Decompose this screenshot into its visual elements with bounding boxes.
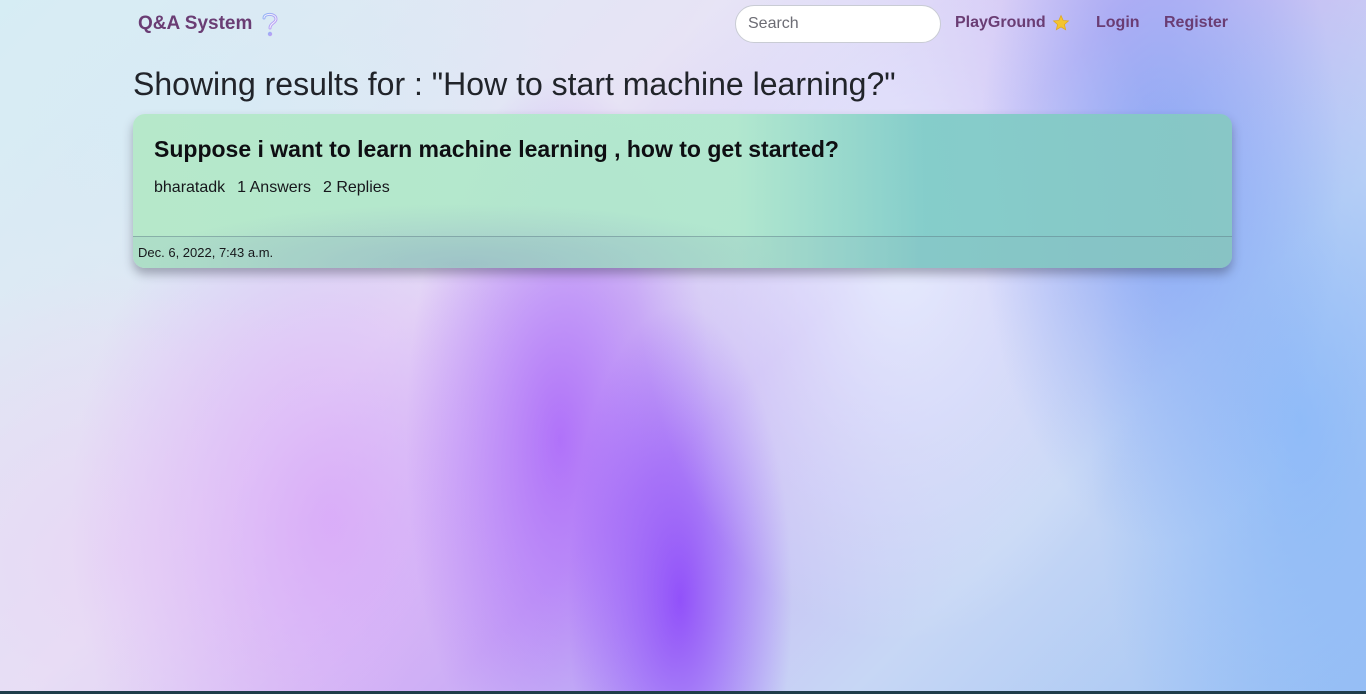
star-icon xyxy=(1052,14,1070,31)
nav-login-link[interactable]: Login xyxy=(1096,14,1140,32)
card-footer: Dec. 6, 2022, 7:43 a.m. xyxy=(133,236,1232,268)
question-date: Dec. 6, 2022, 7:43 a.m. xyxy=(138,245,274,260)
brand-name: Q&A System xyxy=(138,13,253,34)
nav-register-link[interactable]: Register xyxy=(1164,14,1228,32)
question-mark-icon xyxy=(262,12,278,37)
question-replies-count: 2 Replies xyxy=(322,179,390,196)
nav-playground-label: PlayGround xyxy=(955,14,1046,31)
navbar: Q&A System PlayGround Login Register xyxy=(0,0,1366,48)
question-answers-count: 1 Answers xyxy=(237,179,311,196)
results-heading: Showing results for : "How to start mach… xyxy=(133,66,896,102)
nav-login-label: Login xyxy=(1096,14,1140,31)
nav-playground-link[interactable]: PlayGround xyxy=(955,14,1070,32)
question-card[interactable]: Suppose i want to learn machine learning… xyxy=(133,114,1232,268)
search-input[interactable] xyxy=(735,5,941,43)
question-title-link[interactable]: Suppose i want to learn machine learning… xyxy=(154,136,839,163)
nav-register-label: Register xyxy=(1164,14,1229,31)
brand-link[interactable]: Q&A System xyxy=(138,10,282,38)
question-author: bharatadk xyxy=(154,179,226,196)
question-meta: bharatadk 1 Answers 2 Replies xyxy=(154,179,390,197)
